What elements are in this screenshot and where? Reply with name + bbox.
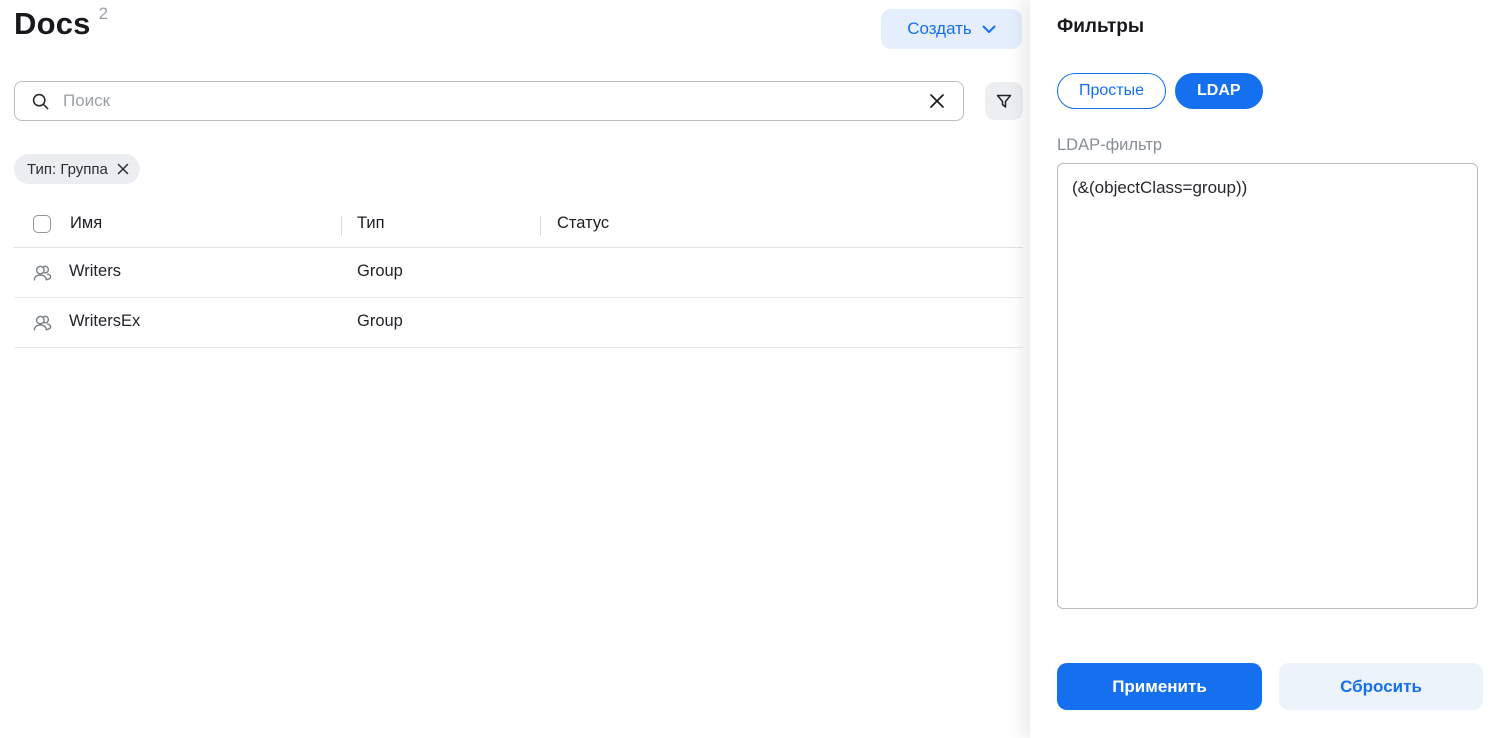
filters-panel: Фильтры Простые LDAP LDAP-фильтр (&(obje… (1030, 0, 1493, 738)
items-count-badge: 2 (99, 4, 109, 23)
search-icon (31, 92, 50, 111)
create-button-label: Создать (907, 19, 972, 39)
app-window: Docs 2 Создать Тип: Группа (0, 0, 1493, 738)
search-field (14, 81, 964, 121)
row-name: Writers (69, 262, 121, 281)
row-name: WritersEx (69, 312, 140, 331)
page-title: Docs 2 (14, 6, 108, 42)
column-header-type: Тип (357, 214, 385, 233)
filter-button[interactable] (985, 82, 1023, 120)
apply-button-label: Применить (1112, 677, 1207, 696)
reset-button-label: Сбросить (1340, 677, 1422, 696)
tab-simple-label: Простые (1079, 82, 1144, 100)
clear-search-icon[interactable] (927, 91, 963, 111)
chevron-down-icon (982, 25, 996, 34)
group-icon (31, 312, 53, 334)
main-content: Docs 2 Создать Тип: Группа (0, 0, 1030, 738)
column-divider (341, 216, 342, 236)
group-icon (31, 262, 53, 284)
apply-button[interactable]: Применить (1057, 663, 1262, 710)
row-type: Group (357, 262, 403, 281)
create-button[interactable]: Создать (881, 9, 1022, 49)
row-type: Group (357, 312, 403, 331)
search-input[interactable] (50, 91, 927, 111)
column-header-status: Статус (557, 214, 609, 233)
reset-button[interactable]: Сбросить (1279, 663, 1483, 710)
table-row[interactable]: WritersEx Group (14, 298, 1023, 348)
filter-chip-type-group[interactable]: Тип: Группа (14, 154, 140, 184)
tab-ldap-label: LDAP (1197, 82, 1241, 100)
column-header-name: Имя (70, 214, 102, 233)
ldap-filter-input[interactable]: (&(objectClass=group)) (1057, 163, 1478, 609)
filters-panel-title: Фильтры (1057, 16, 1144, 38)
column-divider (540, 216, 541, 236)
ldap-filter-label: LDAP-фильтр (1057, 136, 1162, 155)
page-title-text: Docs (14, 6, 91, 41)
table-header: Имя Тип Статус (14, 205, 1023, 248)
filter-chip-label: Тип: Группа (27, 161, 108, 178)
select-all-checkbox[interactable] (33, 215, 51, 233)
data-table: Имя Тип Статус Writers Group (14, 205, 1023, 348)
funnel-icon (994, 91, 1014, 111)
chip-close-icon[interactable] (116, 162, 130, 176)
table-row[interactable]: Writers Group (14, 248, 1023, 298)
tab-ldap-filters[interactable]: LDAP (1175, 73, 1263, 109)
tab-simple-filters[interactable]: Простые (1057, 73, 1166, 109)
